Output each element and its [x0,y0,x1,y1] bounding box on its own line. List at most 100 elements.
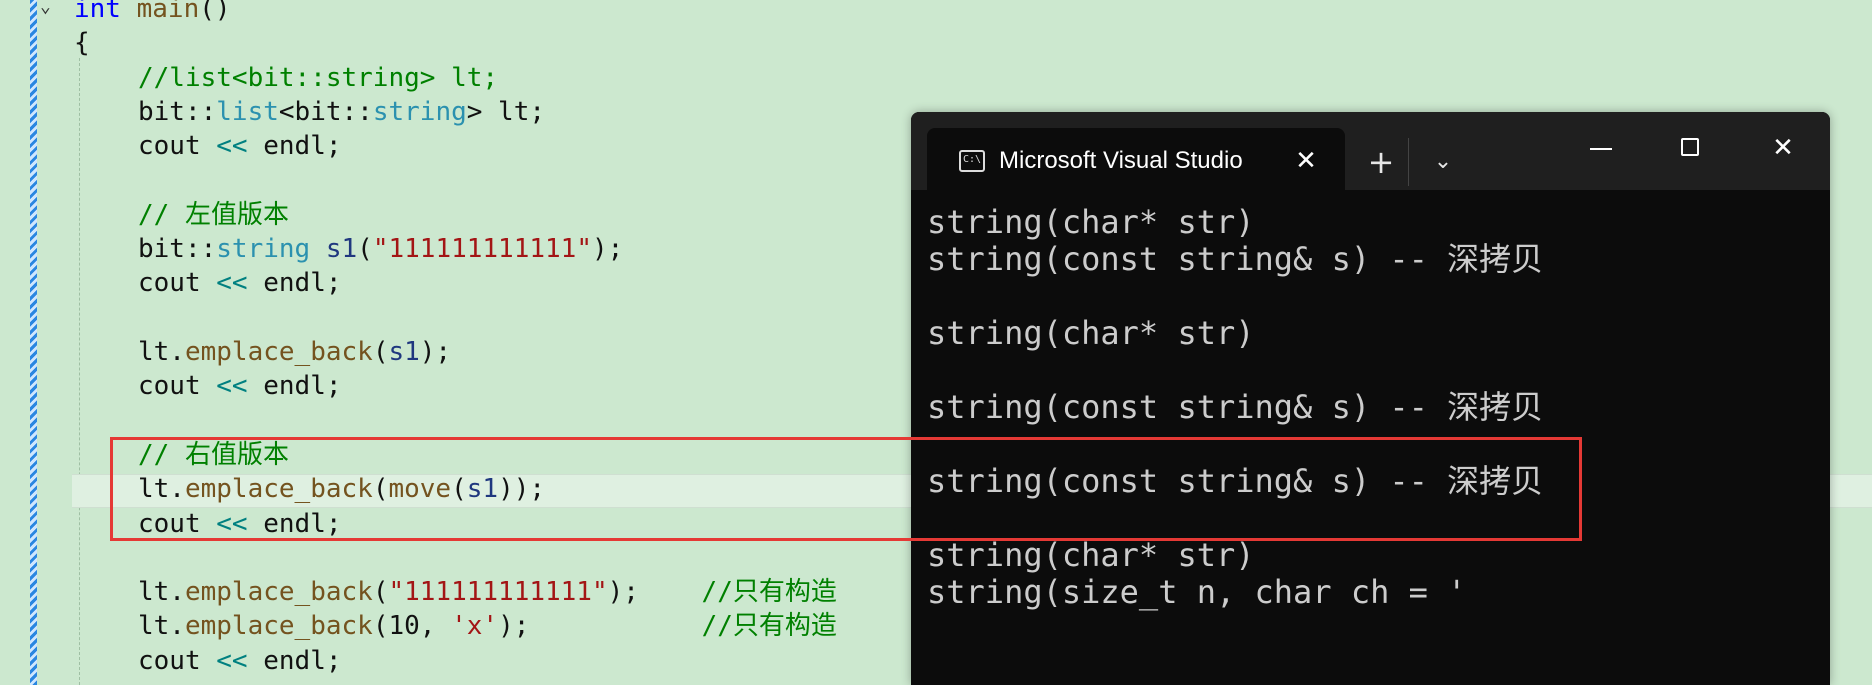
code-line: // 左值版本 [138,198,289,232]
code-token: ( [372,337,389,367]
tab-close-icon[interactable]: ✕ [1291,144,1321,178]
code-token: endl; [263,508,342,539]
code-token: ); [607,577,702,608]
code-token: "111111111111" [372,234,592,265]
indent-guide [79,58,80,685]
code-line: // 右值版本 [138,438,289,472]
console-line: string(const string& s) -- 深拷贝 [927,462,1544,500]
code-token: << [216,645,264,676]
code-token: s1 [325,234,358,265]
code-token: emplace_back [184,474,373,505]
code-token: //只有构造 [701,577,837,608]
console-line: string(size_t n, char ch = ' [927,573,1467,611]
code-token: main [136,0,200,24]
code-token: () [199,0,231,24]
code-line: bit::string s1("111111111111"); [138,232,623,266]
code-token: lt. [138,474,185,505]
code-token: cout [138,371,217,402]
code-token: endl; [263,371,342,402]
minimize-icon [1590,148,1612,150]
code-token: cout [138,131,217,162]
console-titlebar[interactable]: C:\ Microsoft Visual Studio ✕ + ⌄ ✕ [911,112,1830,190]
code-token: lt. [138,577,185,608]
code-token: endl; [263,131,342,162]
code-line: cout << endl; [138,644,342,678]
code-line: lt.emplace_back(move(s1)); [138,472,545,506]
maximize-icon [1681,138,1699,156]
code-token: 'x' [451,611,499,642]
code-token: ( [357,234,373,265]
console-line: string(const string& s) -- 深拷贝 [927,388,1544,426]
code-line: cout << endl; [138,507,342,541]
code-token: << [216,268,264,299]
code-token: // 右值版本 [138,439,289,470]
console-window[interactable]: C:\ Microsoft Visual Studio ✕ + ⌄ ✕ stri… [911,112,1830,685]
code-token: string [216,234,326,265]
code-line: { [74,26,90,60]
change-indicator-bar [30,0,37,685]
console-icon: C:\ [959,150,985,172]
code-line: cout << endl; [138,129,342,163]
code-token: bit:: [138,234,217,265]
fold-chevron-icon[interactable]: ⌄ [40,0,54,18]
code-token: { [74,28,90,59]
code-token: move [388,474,452,505]
code-token: list [216,96,279,127]
code-token: << [216,131,264,162]
code-token: endl; [263,268,342,299]
code-token: // 左值版本 [138,199,289,230]
minimize-button[interactable] [1571,126,1631,170]
code-token: "111111111111" [388,577,608,608]
tab-microsoft-visual-studio[interactable]: C:\ Microsoft Visual Studio ✕ [927,128,1345,190]
code-token: //list<bit::string> lt; [138,62,499,93]
code-token: int [74,0,137,24]
code-token: cout [138,268,217,299]
code-token: emplace_back [184,337,373,367]
code-token: ( [372,577,389,608]
code-token: ); [419,337,452,367]
window-close-button[interactable]: ✕ [1753,126,1813,170]
console-line: string(char* str) [927,314,1255,352]
code-token: lt. [138,337,185,367]
titlebar-divider [1408,138,1409,186]
new-tab-plus-icon[interactable]: + [1361,142,1401,182]
code-token: ( [451,474,467,505]
code-token: emplace_back [184,611,373,642]
code-line: cout << endl; [138,369,342,403]
code-token: ); [498,611,702,642]
code-token: << [216,371,264,402]
chevron-down-icon[interactable]: ⌄ [1423,142,1463,182]
code-token: cout [138,508,217,539]
maximize-button[interactable] [1661,126,1721,170]
code-token: emplace_back [184,577,373,608]
code-line: //list<bit::string> lt; [138,61,498,95]
console-line: string(const string& s) -- 深拷贝 [927,240,1544,278]
code-token: (10, [372,611,452,642]
console-line: string(char* str) [927,203,1255,241]
code-token: > lt; [466,96,546,127]
code-line: lt.emplace_back("111111111111"); //只有构造 [138,575,837,609]
tab-title: Microsoft Visual Studio [999,147,1243,174]
code-token: string [372,96,467,127]
code-token: s1 [388,337,420,367]
code-token: <bit:: [278,96,373,127]
code-token: ); [591,234,624,265]
code-line: bit::list<bit::string> lt; [138,95,545,129]
code-line: lt.emplace_back(10, 'x'); //只有构造 [138,609,837,643]
code-token: )); [498,474,546,505]
console-line: string(char* str) [927,536,1255,574]
code-token: cout [138,645,217,676]
code-token: ( [372,474,389,505]
code-token: endl; [263,645,342,676]
code-line: int main() [74,0,231,26]
code-token: //只有构造 [701,611,837,642]
code-token: lt. [138,611,185,642]
console-output: string(char* str) string(const string& s)… [927,204,1827,611]
code-token: << [216,508,264,539]
code-line: cout << endl; [138,266,342,300]
code-line: lt.emplace_back(s1); [138,335,451,369]
